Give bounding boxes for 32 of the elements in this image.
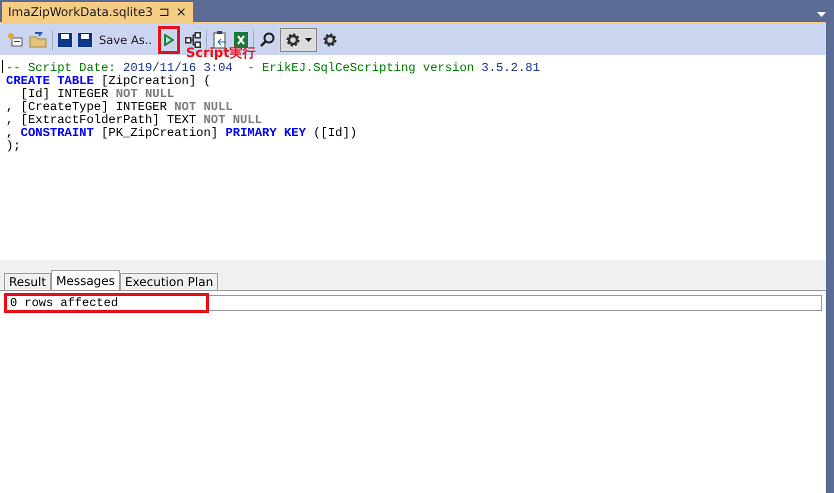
- code-line: , [CreateType] INTEGER NOT NULL: [6, 101, 234, 114]
- save-icon: [78, 32, 92, 46]
- close-button[interactable]: ×: [176, 6, 187, 18]
- play-icon: [164, 34, 174, 46]
- result-tab[interactable]: Messages: [51, 270, 120, 290]
- gear-icon: [322, 32, 338, 48]
- code-line: CREATE TABLE [ZipCreation] (: [6, 75, 212, 88]
- new-query-icon: [7, 32, 23, 48]
- code-line: , CONSTRAINT [PK_ZipCreation] PRIMARY KEY ([Id]): [6, 127, 358, 140]
- gear-icon: [285, 32, 302, 48]
- annotation-label: Script実行: [186, 47, 256, 61]
- spreadsheet-icon: [234, 32, 248, 48]
- diagram-icon: [185, 32, 202, 48]
- save-as-button[interactable]: Save As..: [97, 32, 154, 46]
- result-tab[interactable]: Execution Plan: [120, 273, 218, 290]
- pin-button[interactable]: ⊐: [158, 6, 170, 18]
- code-line: , [ExtractFolderPath] TEXT NOT NULL: [6, 114, 263, 127]
- folder-icon: [29, 32, 47, 48]
- save-icon: [58, 32, 72, 46]
- clipboard-icon: [212, 30, 228, 48]
- code-line: [Id] INTEGER NOT NULL: [20, 88, 176, 101]
- document-tab[interactable]: ImaZipWorkData.sqlite3 ⊐ ×: [2, 2, 193, 22]
- dropdown-icon[interactable]: [817, 12, 826, 17]
- settings-dropdown[interactable]: [280, 28, 318, 52]
- document-tab-title: ImaZipWorkData.sqlite3: [8, 5, 153, 19]
- code-line: -- Script Date: 2019/11/16 3:04 - ErikEJ.SqlCeScripting version 3.5.2.81: [6, 62, 541, 75]
- messages-field: 0 rows affected: [4, 293, 209, 313]
- toolbar-button[interactable]: [258, 30, 276, 50]
- search-icon: [259, 32, 276, 48]
- code-line: );: [6, 140, 22, 153]
- result-tab[interactable]: Result: [4, 273, 52, 290]
- caret-icon: [305, 38, 312, 42]
